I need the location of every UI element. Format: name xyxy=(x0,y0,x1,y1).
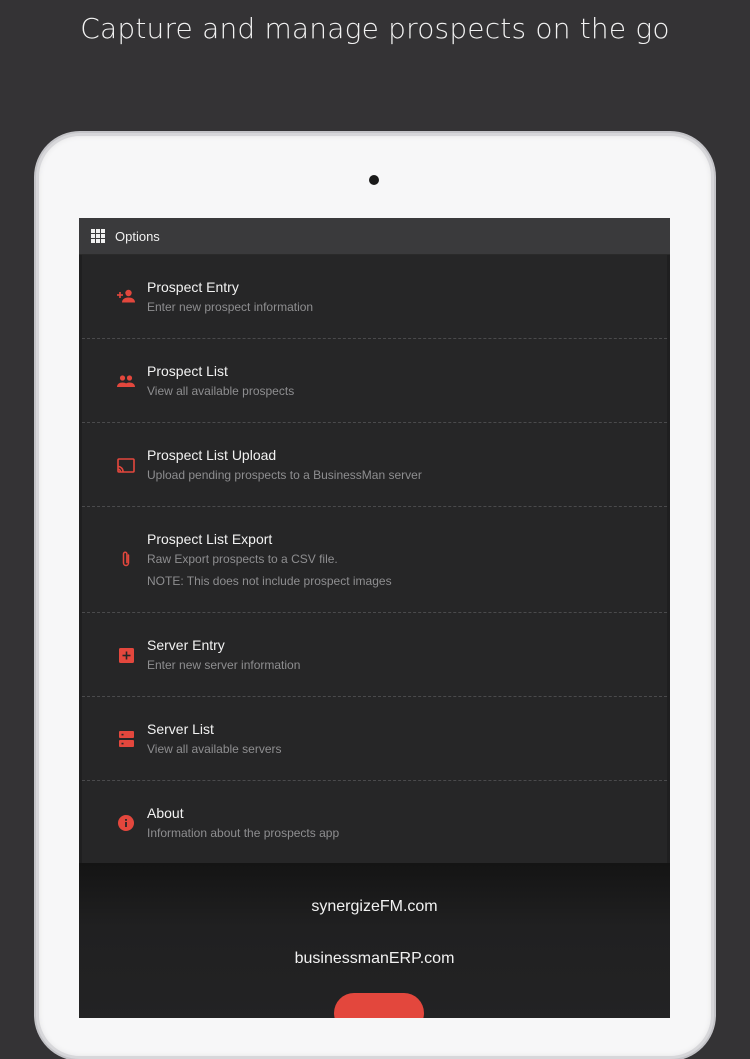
paperclip-icon xyxy=(116,549,136,569)
menu-item-title: Prospect List Export xyxy=(147,531,273,547)
app-screen: Options Prospect Entry Enter new prospec… xyxy=(79,218,670,1018)
menu-item-subtitle: Enter new prospect information xyxy=(147,300,314,314)
menu-item-server-list[interactable]: Server List View all available servers xyxy=(82,697,667,781)
people-icon xyxy=(116,371,136,391)
synergizefm-link[interactable]: synergizeFM.com xyxy=(79,898,670,916)
menu-item-note: NOTE: This does not include prospect ima… xyxy=(147,574,392,588)
cast-upload-icon xyxy=(116,455,136,475)
menu-item-prospect-list-export[interactable]: Prospect List Export Raw Export prospect… xyxy=(82,507,667,613)
menu-item-title: Server List xyxy=(147,721,214,737)
options-menu: Prospect Entry Enter new prospect inform… xyxy=(82,255,667,865)
menu-item-prospect-list-upload[interactable]: Prospect List Upload Upload pending pros… xyxy=(82,423,667,507)
options-topbar: Options xyxy=(79,218,670,255)
menu-item-title: About xyxy=(147,805,184,821)
headline: Capture and manage prospects on the go xyxy=(80,12,670,45)
server-icon xyxy=(116,729,136,749)
businessmanerp-link[interactable]: businessmanERP.com xyxy=(79,950,670,968)
camera-dot xyxy=(369,175,379,185)
footer-button[interactable] xyxy=(334,993,424,1018)
menu-item-subtitle: Information about the prospects app xyxy=(147,826,340,840)
menu-item-title: Prospect List xyxy=(147,363,228,379)
menu-item-about[interactable]: About Information about the prospects ap… xyxy=(82,781,667,865)
grid-icon[interactable] xyxy=(91,229,105,243)
menu-item-subtitle: Upload pending prospects to a BusinessMa… xyxy=(147,468,422,482)
menu-item-title: Prospect List Upload xyxy=(147,447,277,463)
add-box-icon xyxy=(116,645,136,665)
tablet-frame: Options Prospect Entry Enter new prospec… xyxy=(36,133,714,1059)
menu-item-subtitle: Raw Export prospects to a CSV file. xyxy=(147,552,338,566)
topbar-title: Options xyxy=(115,228,160,244)
menu-item-subtitle: View all available servers xyxy=(147,742,282,756)
person-add-icon xyxy=(116,286,136,306)
footer: synergizeFM.com businessmanERP.com xyxy=(79,863,670,1018)
menu-item-subtitle: View all available prospects xyxy=(147,384,295,398)
menu-item-prospect-entry[interactable]: Prospect Entry Enter new prospect inform… xyxy=(82,255,667,339)
menu-item-title: Server Entry xyxy=(147,637,225,653)
info-icon xyxy=(116,813,136,833)
menu-item-subtitle: Enter new server information xyxy=(147,658,301,672)
menu-item-title: Prospect Entry xyxy=(147,279,239,295)
menu-item-server-entry[interactable]: Server Entry Enter new server informatio… xyxy=(82,613,667,697)
menu-item-prospect-list[interactable]: Prospect List View all available prospec… xyxy=(82,339,667,423)
